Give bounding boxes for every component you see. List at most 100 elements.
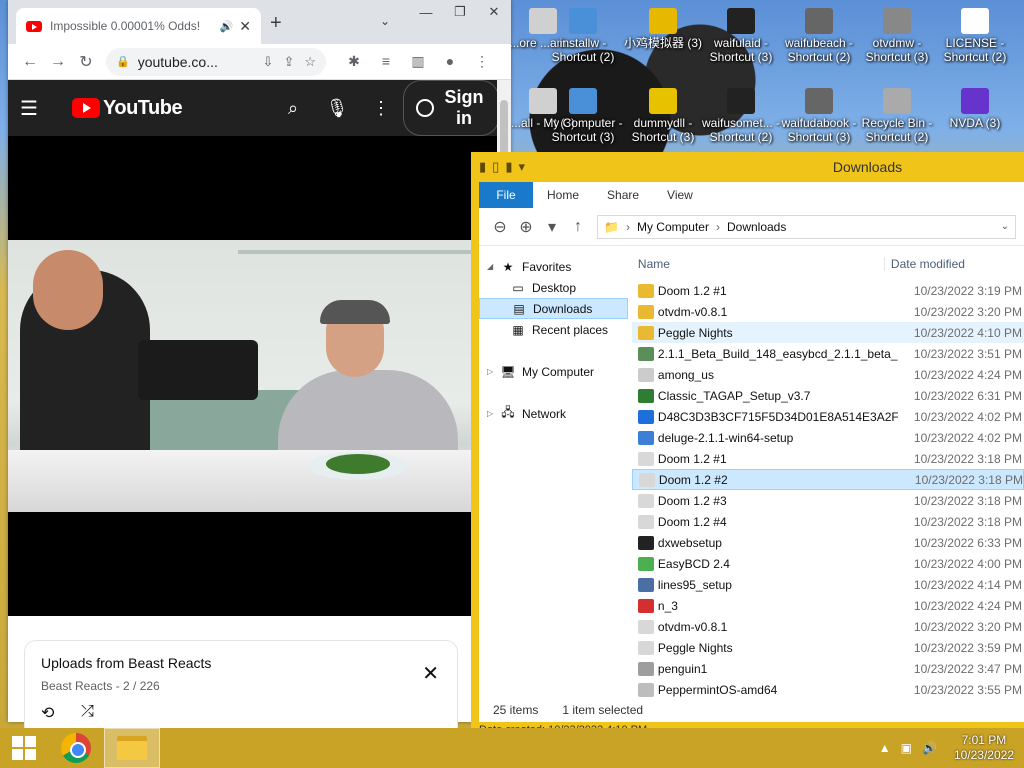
- desktop-shortcut[interactable]: waifulaid - Shortcut (3): [700, 8, 782, 64]
- file-row[interactable]: dxwebsetup 10/23/2022 6:33 PM: [632, 532, 1024, 553]
- profile-icon[interactable]: ●: [434, 53, 466, 70]
- file-row[interactable]: among_us 10/23/2022 4:24 PM: [632, 364, 1024, 385]
- column-name[interactable]: Name: [628, 257, 884, 271]
- taskbar-explorer[interactable]: [104, 728, 160, 768]
- status-bar: 25 items 1 item selected: [479, 698, 1024, 722]
- ribbon-tab-share[interactable]: Share: [593, 188, 653, 202]
- file-date: 10/23/2022 3:47 PM: [913, 661, 1022, 676]
- more-options-icon[interactable]: ⋮: [359, 98, 403, 119]
- column-date-modified[interactable]: Date modified: [883, 257, 965, 271]
- sign-in-button[interactable]: Sign in: [403, 80, 499, 136]
- file-row[interactable]: lines95_setup 10/23/2022 4:14 PM: [632, 574, 1024, 595]
- nav-my-computer[interactable]: ▷ 🖥 My Computer: [479, 361, 628, 382]
- clock[interactable]: 7:01 PM 10/23/2022: [954, 733, 1014, 763]
- video-frame[interactable]: [8, 240, 471, 512]
- file-row[interactable]: Doom 1.2 #3 10/23/2022 3:18 PM: [632, 490, 1024, 511]
- minimize-button[interactable]: —: [409, 0, 443, 24]
- file-row[interactable]: EasyBCD 2.4 10/23/2022 4:00 PM: [632, 553, 1024, 574]
- volume-icon[interactable]: 🔊: [922, 741, 937, 755]
- file-row[interactable]: penguin1 10/23/2022 3:47 PM: [632, 658, 1024, 679]
- file-row[interactable]: Peggle Nights 10/23/2022 3:59 PM: [632, 637, 1024, 658]
- desktop-shortcut[interactable]: 小鸡模拟器 (3): [622, 8, 704, 50]
- desktop-shortcut[interactable]: installw - Shortcut (2): [542, 8, 624, 64]
- recent-locations-icon[interactable]: ▾: [539, 217, 565, 237]
- start-button[interactable]: [0, 728, 48, 768]
- file-row[interactable]: PeppermintOS-amd64 10/23/2022 3:55 PM: [632, 679, 1024, 700]
- forward-icon[interactable]: ⊕: [513, 217, 539, 237]
- media-queue-icon[interactable]: ≡: [370, 53, 402, 70]
- file-type-icon: [637, 640, 654, 655]
- new-tab-button[interactable]: +: [270, 12, 282, 35]
- ribbon-tab-view[interactable]: View: [653, 188, 707, 202]
- video-player[interactable]: [8, 136, 511, 616]
- install-icon[interactable]: ⇩: [263, 54, 274, 70]
- up-arrow-icon[interactable]: ↑: [565, 218, 591, 236]
- file-row[interactable]: Doom 1.2 #4 10/23/2022 3:18 PM: [632, 511, 1024, 532]
- playlist-title[interactable]: Uploads from Beast Reacts: [41, 655, 441, 671]
- nav-downloads[interactable]: ▤ Downloads: [479, 298, 628, 319]
- desktop-shortcut[interactable]: My Computer - Shortcut (3): [542, 88, 624, 144]
- search-icon[interactable]: ⌕: [271, 98, 315, 119]
- explorer-address-bar[interactable]: 📁 › My Computer › Downloads ⌄: [597, 214, 1016, 239]
- browser-tab[interactable]: Impossible 0.00001% Odds! 🔊 ✕: [16, 8, 261, 44]
- loop-icon[interactable]: ⟲: [41, 703, 81, 723]
- bookmark-star-icon[interactable]: ☆: [304, 54, 316, 70]
- desktop-shortcut[interactable]: NVDA (3): [934, 88, 1016, 130]
- side-panel-icon[interactable]: ▥: [402, 53, 434, 70]
- expand-arrow-icon[interactable]: ▷: [487, 409, 499, 418]
- desktop-shortcut[interactable]: waifudabook - Shortcut (3): [778, 88, 860, 144]
- shuffle-icon[interactable]: ⤮: [81, 703, 121, 723]
- expand-arrow-icon[interactable]: ▷: [487, 367, 499, 376]
- maximize-button[interactable]: ❐: [443, 0, 477, 24]
- chrome-menu-icon[interactable]: ⋮: [466, 53, 498, 70]
- hamburger-menu-icon[interactable]: ☰: [20, 96, 44, 121]
- desktop-shortcut[interactable]: waifubeach - Shortcut (2): [778, 8, 860, 64]
- file-row[interactable]: Doom 1.2 #1 10/23/2022 3:19 PM: [632, 280, 1024, 301]
- desktop-shortcut[interactable]: otvdmw - Shortcut (3): [856, 8, 938, 64]
- tab-search-icon[interactable]: ⌄: [380, 14, 390, 28]
- speaker-icon[interactable]: 🔊: [220, 20, 234, 33]
- extensions-icon[interactable]: ✱: [338, 53, 370, 70]
- reload-icon[interactable]: ↻: [72, 52, 100, 72]
- breadcrumb-downloads[interactable]: Downloads: [727, 220, 786, 234]
- file-name: among_us: [657, 367, 714, 382]
- file-row[interactable]: Doom 1.2 #1 10/23/2022 3:18 PM: [632, 448, 1024, 469]
- nav-desktop[interactable]: ▭ Desktop: [479, 277, 628, 298]
- file-row[interactable]: D48C3D3B3CF715F5D34D01E8A514E3A2F... 10/2…: [632, 406, 1024, 427]
- close-tab-icon[interactable]: ✕: [239, 18, 251, 35]
- file-row[interactable]: deluge-2.1.1-win64-setup 10/23/2022 4:02 …: [632, 427, 1024, 448]
- microphone-icon[interactable]: 🎙: [315, 98, 359, 119]
- file-row[interactable]: Peggle Nights 10/23/2022 4:10 PM: [631, 322, 1024, 343]
- file-row[interactable]: Doom 1.2 #2 10/23/2022 3:18 PM: [631, 469, 1024, 490]
- close-button[interactable]: ✕: [477, 0, 511, 24]
- nav-favorites[interactable]: ◢ ★ Favorites: [479, 256, 628, 277]
- breadcrumb-my-computer[interactable]: My Computer: [637, 220, 709, 234]
- file-row[interactable]: 2.1.1_Beta_Build_148_easybcd_2.1.1_beta_…: [632, 343, 1024, 364]
- desktop-shortcut[interactable]: Recycle Bin - Shortcut (2): [856, 88, 938, 144]
- ribbon-tab-home[interactable]: Home: [533, 188, 593, 202]
- file-row[interactable]: otvdm-v0.8.1 10/23/2022 3:20 PM: [632, 301, 1024, 322]
- file-row[interactable]: Classic_TAGAP_Setup_v3.7 10/23/2022 6:31 …: [632, 385, 1024, 406]
- show-hidden-icons-icon[interactable]: ▲: [879, 741, 891, 755]
- address-dropdown-icon[interactable]: ⌄: [1001, 221, 1009, 232]
- desktop-shortcut[interactable]: waifusomet... - Shortcut (2): [700, 88, 782, 144]
- share-icon[interactable]: ⇪: [283, 54, 294, 70]
- close-playlist-icon[interactable]: ✕: [422, 661, 439, 686]
- youtube-logo[interactable]: YouTube: [72, 97, 183, 120]
- back-icon[interactable]: ⊖: [487, 217, 513, 237]
- forward-arrow-icon[interactable]: →: [44, 53, 72, 71]
- file-row[interactable]: n_3 10/23/2022 4:24 PM: [632, 595, 1024, 616]
- lock-icon[interactable]: 🔒: [116, 55, 130, 68]
- nav-recent-places[interactable]: ▦ Recent places: [479, 319, 628, 340]
- desktop-shortcut[interactable]: LICENSE - Shortcut (2): [934, 8, 1016, 64]
- address-bar[interactable]: 🔒 youtube.co... ⇩ ⇪ ☆: [106, 47, 326, 76]
- file-row[interactable]: otvdm-v0.8.1 10/23/2022 3:20 PM: [632, 616, 1024, 637]
- taskbar-chrome[interactable]: [48, 728, 104, 768]
- network-tray-icon[interactable]: ▣: [901, 741, 912, 755]
- desktop-shortcut[interactable]: dummydll - Shortcut (3): [622, 88, 704, 144]
- chrome-window: Impossible 0.00001% Odds! 🔊 ✕ + ⌄ — ❐ ✕ …: [8, 0, 511, 722]
- back-arrow-icon[interactable]: ←: [16, 53, 44, 71]
- nav-network[interactable]: ▷ 🖧 Network: [479, 403, 628, 424]
- ribbon-tab-file[interactable]: File: [479, 182, 533, 208]
- expand-arrow-icon[interactable]: ◢: [487, 262, 499, 271]
